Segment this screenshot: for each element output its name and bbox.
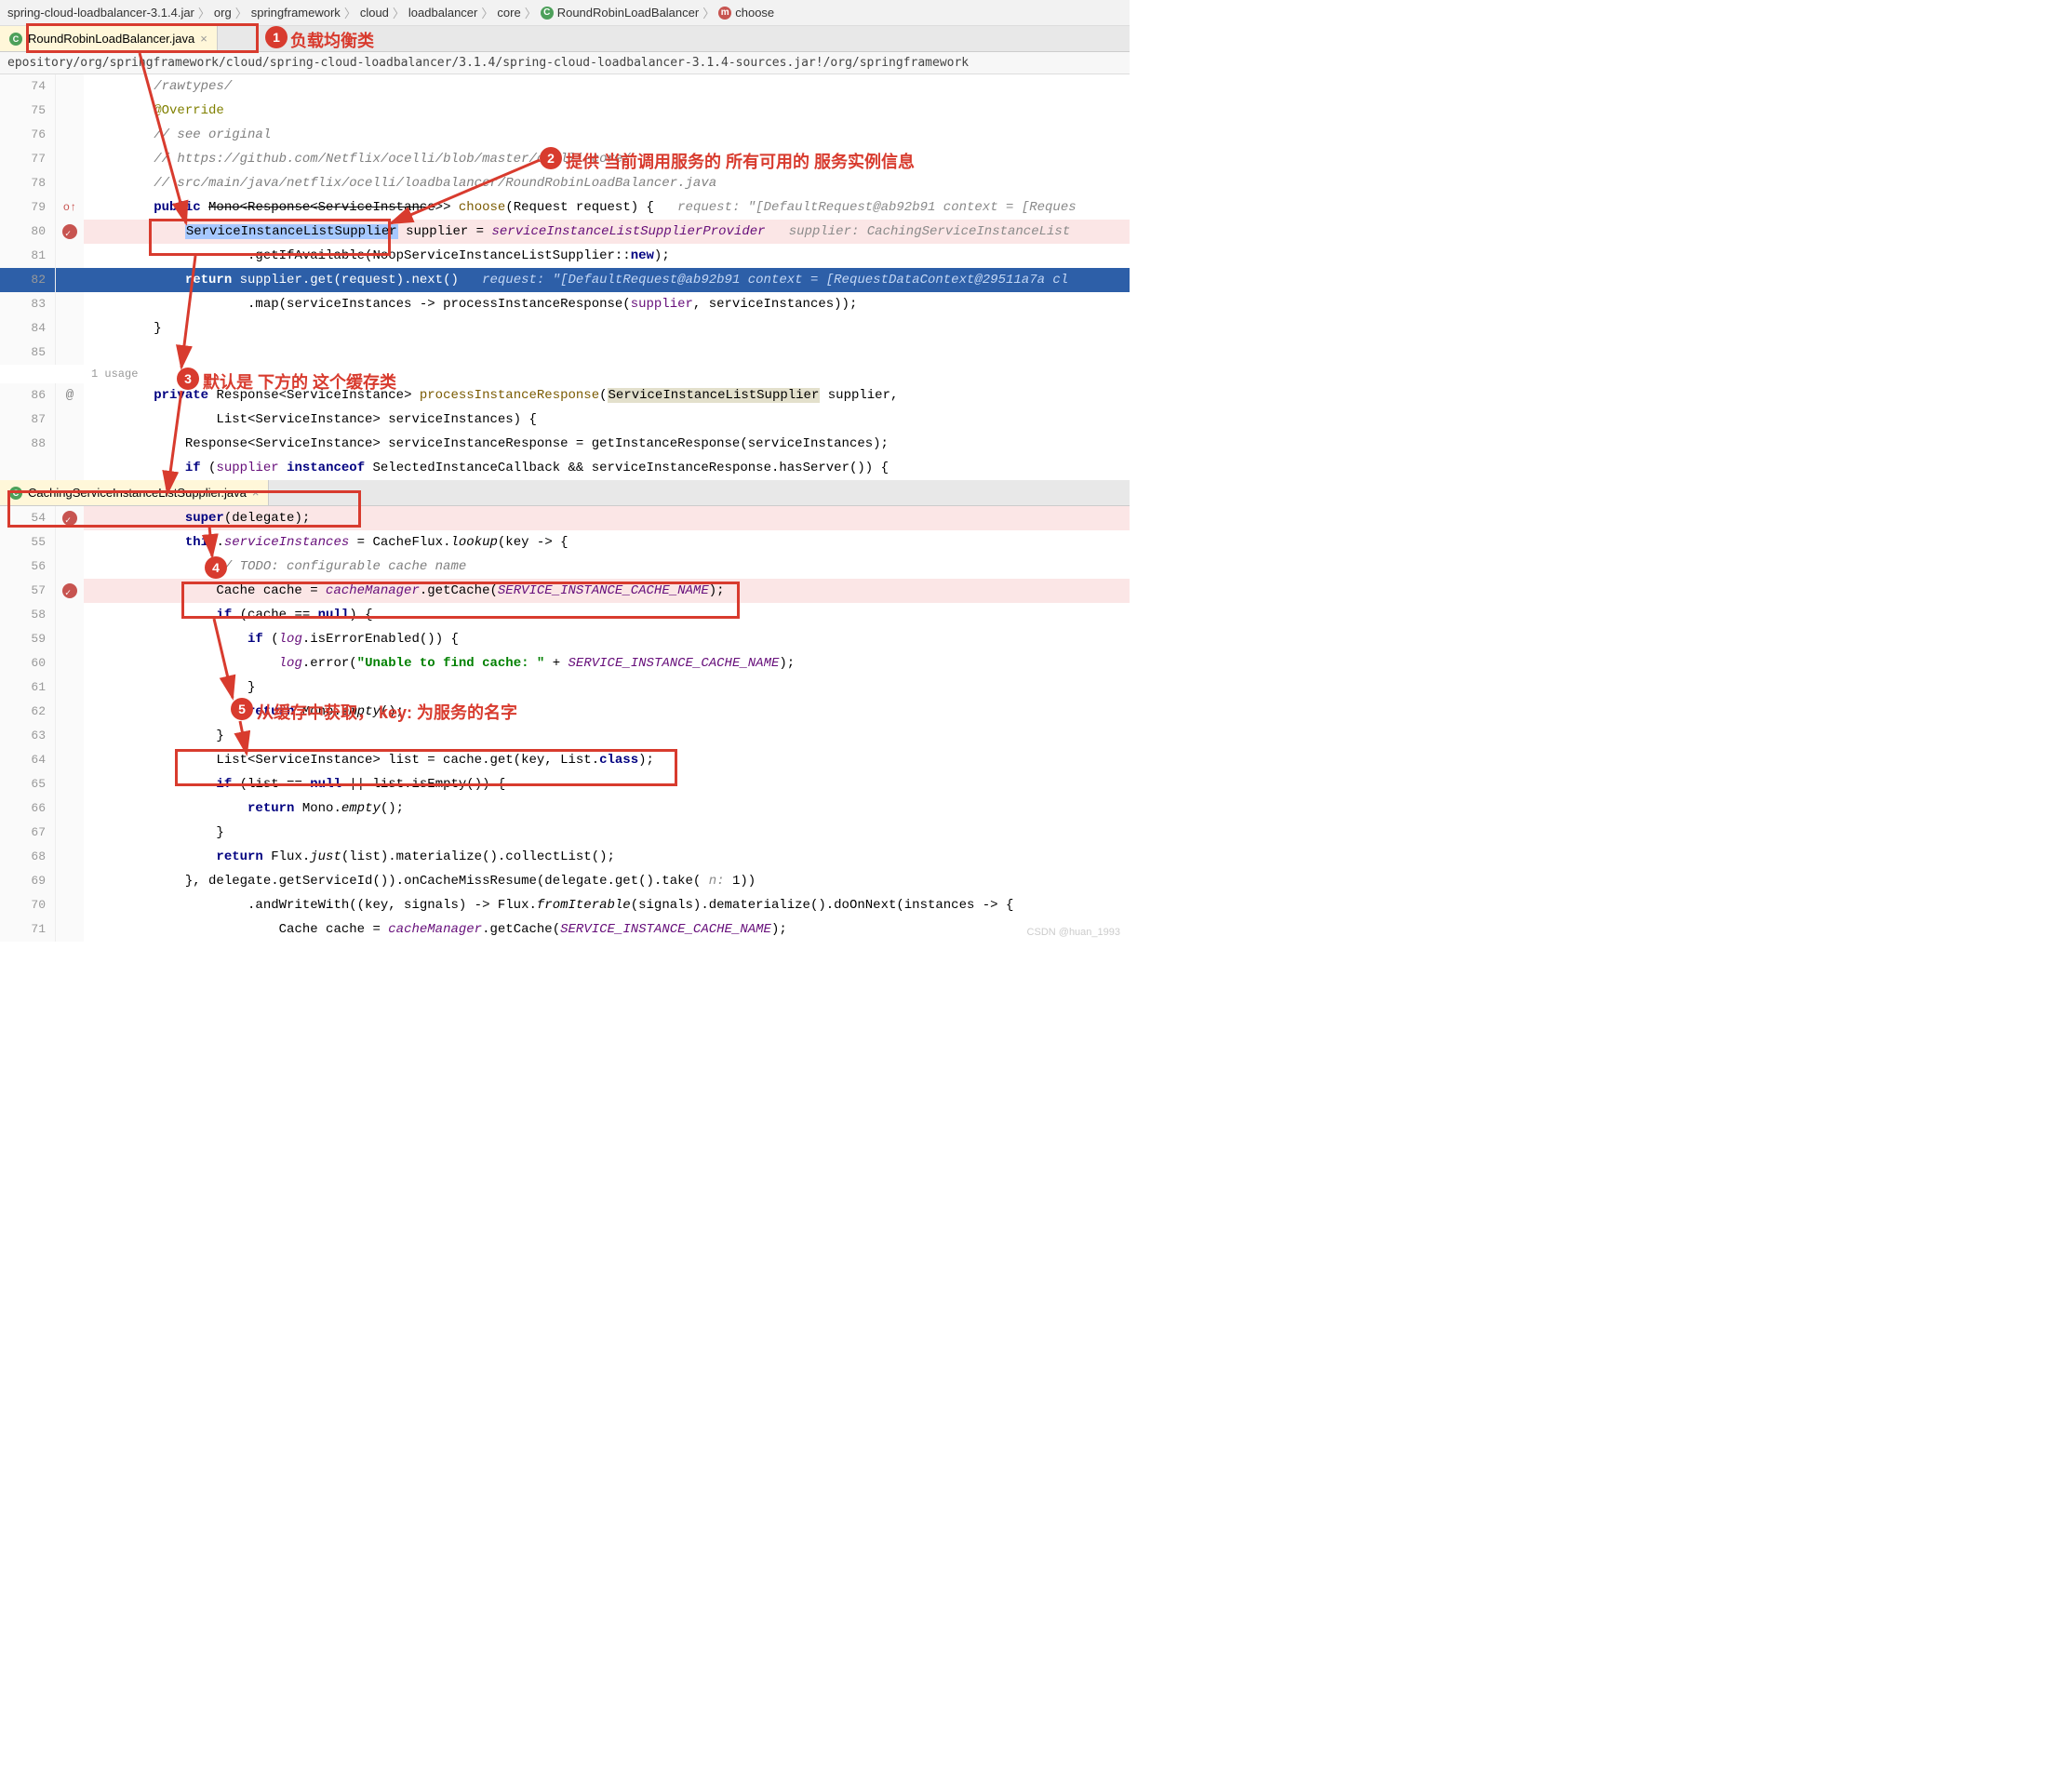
anno-text-1: 负载均衡类: [290, 28, 374, 52]
method-icon: m: [718, 7, 731, 20]
close-icon[interactable]: ×: [252, 486, 260, 500]
at-icon: @: [66, 383, 74, 408]
crumb-method[interactable]: mchoose: [718, 6, 774, 20]
anno-num-3: 3: [177, 368, 199, 390]
tab-roundrobin[interactable]: C RoundRobinLoadBalancer.java ×: [0, 26, 218, 51]
breakpoint-icon[interactable]: [62, 511, 77, 526]
tab-row-2: C CachingServiceInstanceListSupplier.jav…: [0, 480, 1130, 506]
tab-row-1: C RoundRobinLoadBalancer.java ×: [0, 26, 1130, 52]
close-icon[interactable]: ×: [200, 32, 207, 46]
crumb-pkg[interactable]: core: [497, 6, 520, 20]
selection: ServiceInstanceListSupplier: [185, 224, 398, 239]
anno-text-5: 从缓存中获取， key: 为服务的名字: [257, 700, 517, 724]
tab-label: RoundRobinLoadBalancer.java: [28, 32, 194, 46]
line-no: 74: [0, 74, 56, 99]
anno-text-3: 默认是 下方的 这个缓存类: [203, 369, 396, 394]
file-path-bar: epository/org/springframework/cloud/spri…: [0, 52, 1130, 74]
class-icon: C: [541, 7, 554, 20]
crumb-class[interactable]: CRoundRobinLoadBalancer: [541, 6, 700, 20]
anno-num-4: 4: [205, 556, 227, 579]
execution-line: 82 return supplier.get(request).next() r…: [0, 268, 1130, 292]
anno-num-5: 5: [231, 698, 253, 720]
override-icon[interactable]: o↑: [63, 195, 76, 220]
anno-text-2: 提供 当前调用服务的 所有可用的 服务实例信息: [566, 149, 915, 173]
breakpoint-icon[interactable]: [62, 224, 77, 239]
breadcrumb-bar: spring-cloud-loadbalancer-3.1.4.jar〉 org…: [0, 0, 1130, 26]
editor-1[interactable]: 74 /rawtypes/ 75 @Override 76 // see ori…: [0, 74, 1130, 480]
crumb-pkg[interactable]: springframework: [251, 6, 341, 20]
crumb-pkg[interactable]: loadbalancer: [408, 6, 477, 20]
crumb-jar[interactable]: spring-cloud-loadbalancer-3.1.4.jar: [7, 6, 194, 20]
editor-2[interactable]: 54 super(delegate); 55 this.serviceInsta…: [0, 506, 1130, 942]
java-class-icon: C: [9, 487, 22, 500]
anno-num-2: 2: [540, 147, 562, 169]
crumb-pkg[interactable]: cloud: [360, 6, 389, 20]
java-class-icon: C: [9, 33, 22, 46]
anno-num-1: 1: [265, 26, 288, 48]
tab-caching[interactable]: C CachingServiceInstanceListSupplier.jav…: [0, 480, 269, 505]
usages-hint[interactable]: 1 usage: [0, 365, 1130, 383]
tab-label: CachingServiceInstanceListSupplier.java: [28, 486, 247, 500]
breakpoint-icon[interactable]: [62, 583, 77, 598]
crumb-pkg[interactable]: org: [214, 6, 232, 20]
watermark: CSDN @huan_1993: [1027, 927, 1120, 938]
